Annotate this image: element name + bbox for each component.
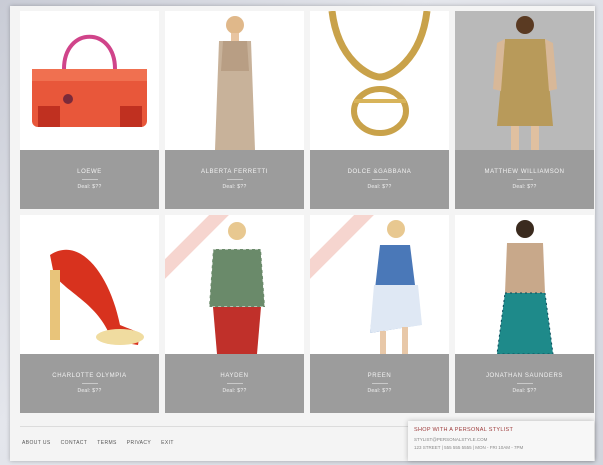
product-image[interactable]: [310, 11, 449, 150]
product-brand: PREEN: [367, 373, 392, 379]
product-deal: Deal: $??: [367, 184, 392, 190]
product-card[interactable]: HAYDEN Deal: $??: [165, 215, 304, 413]
product-image[interactable]: [310, 215, 449, 354]
product-info: CHARLOTTE OLYMPIA Deal: $??: [20, 354, 159, 413]
divider: [371, 179, 388, 180]
product-brand: LOEWE: [77, 169, 102, 175]
divider: [81, 383, 98, 384]
divider: [371, 383, 388, 384]
divider: [516, 179, 533, 180]
product-deal: Deal: $??: [77, 388, 102, 394]
necklace-image: [328, 11, 431, 136]
gingham-top-model-image: [208, 222, 266, 354]
print-dress-model-image: [370, 220, 422, 354]
product-image[interactable]: [165, 11, 304, 150]
footer-link-contact[interactable]: CONTACT: [61, 440, 88, 446]
product-brand: MATTHEW WILLIAMSON: [484, 169, 565, 175]
promo-heading: SHOP WITH A PERSONAL STYLIST: [414, 427, 514, 433]
teal-skirt-model-image: [496, 220, 554, 354]
product-deal: Deal: $??: [77, 184, 102, 190]
product-grid: LOEWE Deal: $?? ALBERTA FERRETTI Deal: $…: [20, 11, 594, 413]
product-card[interactable]: PREEN Deal: $??: [310, 215, 449, 413]
promo-subline: STYLIST@PERSONALSTYLE.COM: [414, 437, 488, 442]
footer-link-about-us[interactable]: ABOUT US: [22, 440, 51, 446]
product-info: HAYDEN Deal: $??: [165, 354, 304, 413]
divider: [226, 179, 243, 180]
product-card[interactable]: ALBERTA FERRETTI Deal: $??: [165, 11, 304, 209]
product-card[interactable]: CHARLOTTE OLYMPIA Deal: $??: [20, 215, 159, 413]
product-image[interactable]: [20, 215, 159, 354]
handbag-image: [32, 34, 147, 127]
product-deal: Deal: $??: [367, 388, 392, 394]
product-info: MATTHEW WILLIAMSON Deal: $??: [455, 150, 594, 209]
divider: [81, 179, 98, 180]
product-brand: HAYDEN: [220, 373, 249, 379]
product-brand: DOLCE &GABBANA: [347, 169, 412, 175]
product-info: JONATHAN SAUNDERS Deal: $??: [455, 354, 594, 413]
footer-link-exit[interactable]: EXIT: [161, 440, 174, 446]
product-card[interactable]: JONATHAN SAUNDERS Deal: $??: [455, 215, 594, 413]
product-card[interactable]: MATTHEW WILLIAMSON Deal: $??: [455, 11, 594, 209]
footer-link-privacy[interactable]: PRIVACY: [127, 440, 151, 446]
footer-link-terms[interactable]: TERMS: [97, 440, 117, 446]
product-card[interactable]: LOEWE Deal: $??: [20, 11, 159, 209]
product-image[interactable]: [165, 215, 304, 354]
product-brand: CHARLOTTE OLYMPIA: [52, 373, 127, 379]
sequin-dress-model-image: [493, 16, 557, 150]
product-info: DOLCE &GABBANA Deal: $??: [310, 150, 449, 209]
stylist-promo[interactable]: SHOP WITH A PERSONAL STYLIST STYLIST@PER…: [408, 421, 594, 461]
footer: ABOUT US CONTACT TERMS PRIVACY EXIT SHOP…: [20, 421, 594, 461]
product-brand: ALBERTA FERRETTI: [200, 169, 269, 175]
sandal-image: [50, 249, 144, 345]
product-deal: Deal: $??: [222, 184, 247, 190]
product-deal: Deal: $??: [512, 388, 537, 394]
product-info: ALBERTA FERRETTI Deal: $??: [165, 150, 304, 209]
product-image[interactable]: [455, 215, 594, 354]
divider: [516, 383, 533, 384]
product-deal: Deal: $??: [512, 184, 537, 190]
dress-model-image: [215, 16, 255, 150]
divider: [226, 383, 243, 384]
promo-address: 123 STREET | 555 555 5555 | MON - FRI 10…: [414, 445, 524, 450]
product-info: PREEN Deal: $??: [310, 354, 449, 413]
product-card[interactable]: DOLCE &GABBANA Deal: $??: [310, 11, 449, 209]
page: LOEWE Deal: $?? ALBERTA FERRETTI Deal: $…: [10, 6, 595, 461]
product-info: LOEWE Deal: $??: [20, 150, 159, 209]
product-deal: Deal: $??: [222, 388, 247, 394]
product-brand: JONATHAN SAUNDERS: [485, 373, 564, 379]
footer-nav: ABOUT US CONTACT TERMS PRIVACY EXIT: [22, 440, 174, 446]
product-image[interactable]: [20, 11, 159, 150]
product-image[interactable]: [455, 11, 594, 150]
